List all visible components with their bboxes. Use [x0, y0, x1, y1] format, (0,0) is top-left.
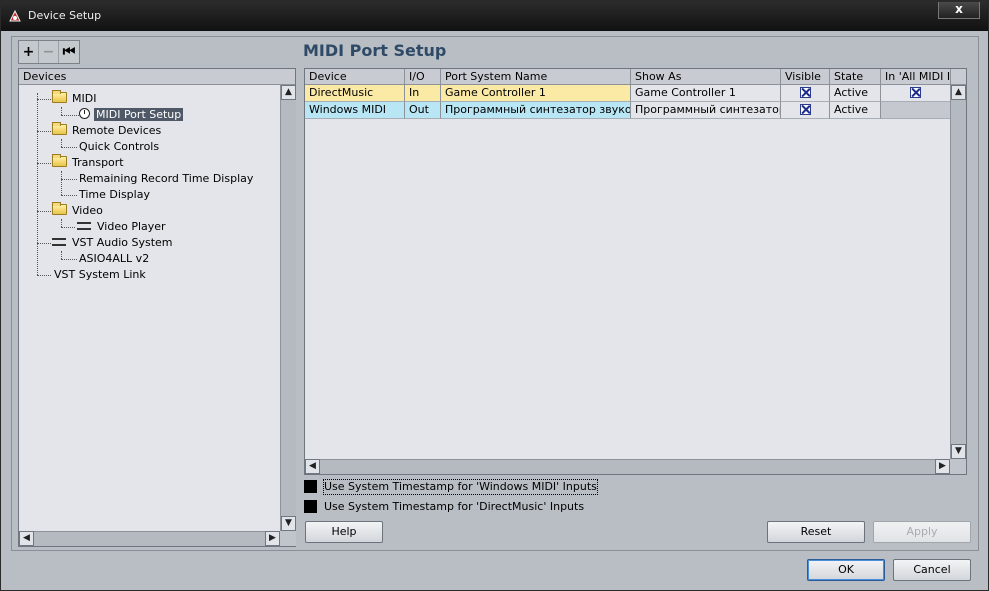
tree-item-time-display[interactable]: Time Display	[77, 187, 152, 203]
cell-show-as[interactable]: Game Controller 1	[631, 85, 781, 102]
folder-icon	[52, 202, 67, 215]
scroll-down-icon[interactable]: ▼	[281, 516, 296, 531]
remove-device-button[interactable]: −	[39, 41, 59, 63]
tree-item-video[interactable]: Video	[52, 202, 105, 219]
folder-icon	[52, 122, 67, 135]
ok-button[interactable]: OK	[807, 559, 885, 581]
devices-tree-panel: Devices MIDI MIDI Port Setup Remote Devi…	[18, 68, 296, 547]
cell-visible[interactable]	[781, 102, 830, 119]
windows-midi-timestamp-checkbox[interactable]	[304, 480, 317, 493]
table-vertical-scrollbar[interactable]: ▲ ▼	[950, 85, 966, 459]
cell-state: Active	[830, 102, 881, 119]
windows-midi-timestamp-option[interactable]: Use System Timestamp for 'Windows MIDI' …	[304, 479, 598, 495]
reset-button[interactable]: Reset	[767, 521, 865, 543]
cubase-app-icon	[9, 9, 21, 22]
scroll-right-icon[interactable]: ▶	[265, 531, 280, 546]
cell-port-system-name[interactable]: Game Controller 1	[441, 85, 631, 102]
column-header-visible[interactable]: Visible	[781, 69, 830, 85]
folder-icon	[52, 90, 67, 103]
tree-item-vst-system-link[interactable]: VST System Link	[52, 267, 148, 283]
tree-horizontal-scrollbar[interactable]: ◀ ▶	[19, 531, 280, 546]
close-button[interactable]: x	[938, 2, 980, 19]
folder-icon	[52, 154, 67, 167]
cell-io[interactable]: Out	[405, 102, 441, 119]
scroll-up-icon[interactable]: ▲	[951, 85, 966, 100]
cell-state: Active	[830, 85, 881, 102]
midi-port-table: Device I/O Port System Name Show As Visi…	[304, 68, 967, 475]
column-header-state[interactable]: State	[830, 69, 881, 85]
devices-tree: MIDI MIDI Port Setup Remote Devices Quic…	[19, 85, 280, 531]
tree-item-remote-devices[interactable]: Remote Devices	[52, 122, 163, 139]
cell-device[interactable]: DirectMusic	[305, 85, 405, 102]
table-row[interactable]: DirectMusic In Game Controller 1 Game Co…	[305, 85, 951, 102]
column-header-io[interactable]: I/O	[405, 69, 441, 85]
reset-device-button[interactable]: ⏮	[59, 41, 79, 63]
tree-item-quick-controls[interactable]: Quick Controls	[77, 139, 161, 155]
directmusic-timestamp-option[interactable]: Use System Timestamp for 'DirectMusic' I…	[304, 500, 584, 514]
scroll-up-icon[interactable]: ▲	[281, 85, 296, 100]
audio-icon	[52, 238, 66, 246]
tree-item-midi-port-setup[interactable]: MIDI Port Setup	[79, 107, 184, 123]
tree-item-remaining-record-time[interactable]: Remaining Record Time Display	[77, 171, 255, 187]
apply-button[interactable]: Apply	[873, 521, 971, 543]
cell-in-all-midi-inputs-disabled	[881, 102, 951, 119]
column-header-in-all-midi-inputs[interactable]: In 'All MIDI Inputs'	[881, 69, 951, 85]
column-header-device[interactable]: Device	[305, 69, 405, 85]
page-title: MIDI Port Setup	[303, 41, 447, 60]
column-header-port-system-name[interactable]: Port System Name	[441, 69, 631, 85]
scroll-down-icon[interactable]: ▼	[951, 444, 966, 459]
tree-item-midi[interactable]: MIDI	[52, 90, 98, 107]
add-device-button[interactable]: +	[19, 41, 39, 63]
scroll-right-icon[interactable]: ▶	[935, 459, 950, 474]
tree-item-asio4all[interactable]: ASIO4ALL v2	[77, 251, 151, 267]
cell-show-as[interactable]: Программный синтезатор зв	[631, 102, 781, 119]
help-button[interactable]: Help	[305, 521, 383, 543]
tree-item-video-player[interactable]: Video Player	[77, 219, 168, 235]
table-row[interactable]: Windows MIDI Out Программный синтезатор …	[305, 102, 951, 119]
visible-checkbox[interactable]	[799, 87, 811, 98]
scroll-left-icon[interactable]: ◀	[19, 531, 34, 546]
clock-icon	[79, 108, 90, 119]
devices-tree-header: Devices	[19, 69, 295, 85]
table-header: Device I/O Port System Name Show As Visi…	[305, 69, 966, 85]
cell-port-system-name[interactable]: Программный синтезатор звуковой	[441, 102, 631, 119]
tree-item-transport[interactable]: Transport	[52, 154, 126, 171]
device-setup-window: Device Setup x + − ⏮ Devices MIDI MIDI P…	[0, 0, 989, 591]
tree-item-vst-audio-system[interactable]: VST Audio System	[52, 235, 175, 251]
tree-vertical-scrollbar[interactable]: ▲ ▼	[280, 85, 296, 531]
cell-visible[interactable]	[781, 85, 830, 102]
cell-device[interactable]: Windows MIDI	[305, 102, 405, 119]
visible-checkbox[interactable]	[799, 104, 811, 115]
cancel-button[interactable]: Cancel	[893, 559, 971, 581]
cell-io[interactable]: In	[405, 85, 441, 102]
scroll-left-icon[interactable]: ◀	[305, 459, 320, 474]
directmusic-timestamp-checkbox[interactable]	[304, 500, 317, 513]
cell-in-all-midi-inputs[interactable]	[881, 85, 951, 102]
table-horizontal-scrollbar[interactable]: ◀ ▶	[305, 459, 950, 474]
device-toolbar: + − ⏮	[18, 40, 80, 64]
window-title: Device Setup	[28, 9, 102, 22]
video-icon	[77, 222, 91, 230]
column-header-show-as[interactable]: Show As	[631, 69, 781, 85]
in-all-midi-inputs-checkbox[interactable]	[910, 87, 921, 98]
title-bar[interactable]: Device Setup x	[1, 1, 988, 31]
